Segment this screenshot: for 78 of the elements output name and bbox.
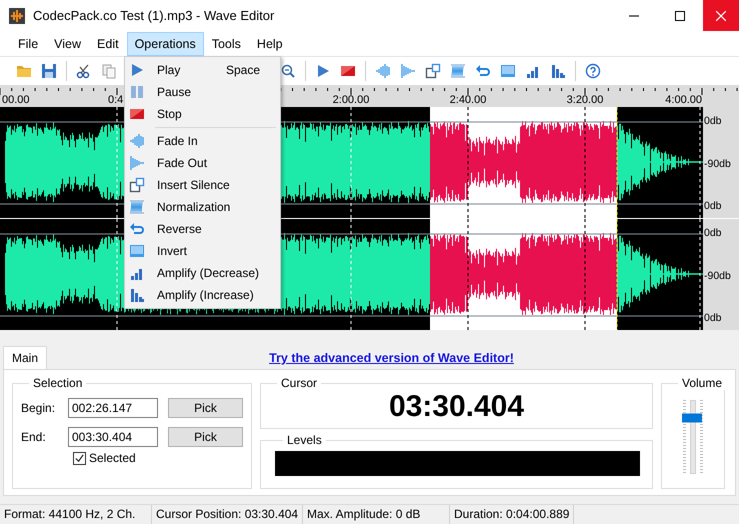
menu-entry[interactable]: Stop xyxy=(125,103,280,125)
promo-link[interactable]: Try the advanced version of Wave Editor! xyxy=(269,351,514,365)
menu-entry[interactable]: Reverse xyxy=(125,218,280,240)
play-icon xyxy=(129,62,145,78)
status-text: Max. Amplitude: 0 dB xyxy=(303,505,450,524)
field-label: End: xyxy=(21,430,47,444)
menu-item[interactable]: View xyxy=(46,32,90,56)
ruler-label: 2:40.00 xyxy=(450,94,486,106)
menu-item[interactable]: Edit xyxy=(89,32,127,56)
falling-bars-icon[interactable] xyxy=(550,63,566,79)
insert-silence-icon xyxy=(129,177,145,193)
group-title: Selection xyxy=(32,376,84,390)
volume-thumb[interactable] xyxy=(682,414,702,423)
invert-icon xyxy=(129,243,145,259)
db-label: 0db xyxy=(704,227,723,239)
pick-button[interactable]: Pick xyxy=(168,398,243,418)
status-text: Cursor Position: 03:30.404 xyxy=(152,505,303,524)
menu-entry[interactable]: Amplify (Increase) xyxy=(125,284,280,306)
menu-item[interactable]: Help xyxy=(248,32,291,56)
db-label: 0db xyxy=(704,200,723,212)
ruler-label: 3:20.00 xyxy=(566,94,604,106)
menu-entry[interactable]: Fade Out xyxy=(125,152,280,174)
insert-silence-icon[interactable] xyxy=(425,63,441,79)
close-button[interactable] xyxy=(703,0,739,31)
maximize-icon xyxy=(675,10,685,20)
ruler-label: 0:4 xyxy=(108,94,124,106)
undo-arrow-icon xyxy=(129,221,145,237)
zoom-out-icon[interactable] xyxy=(280,63,296,79)
undo-arrow-icon[interactable] xyxy=(475,63,491,79)
db-label: 0db xyxy=(704,312,723,324)
db-label: 0db xyxy=(704,115,723,127)
menu-entry[interactable]: Insert Silence xyxy=(125,174,280,196)
db-label: -90db xyxy=(704,158,732,170)
app-logo-icon xyxy=(9,8,25,24)
status-text: Duration: 0:04:00.889 xyxy=(450,505,574,524)
selected-checkbox[interactable] xyxy=(73,452,86,464)
menu-entry[interactable]: Pause xyxy=(125,81,280,103)
ruler-label: 2:00.00 xyxy=(332,94,370,106)
play-icon[interactable] xyxy=(315,63,331,79)
menu-entry[interactable]: Fade In xyxy=(125,130,280,152)
pause-icon xyxy=(129,84,145,100)
end-time-field[interactable]: 003:30.404 xyxy=(68,427,158,447)
tab[interactable]: Main xyxy=(3,346,48,369)
menu-entry[interactable]: Amplify (Decrease) xyxy=(125,262,280,284)
menu-entry[interactable]: Invert xyxy=(125,240,280,262)
invert-icon[interactable] xyxy=(500,63,516,79)
checkbox-label: Selected xyxy=(89,451,136,465)
begin-time-field[interactable]: 002:26.147 xyxy=(68,398,158,418)
ruler-label: 00.00 xyxy=(2,94,30,106)
scissors-icon[interactable] xyxy=(76,63,92,79)
menu-item[interactable]: Tools xyxy=(204,32,249,56)
db-label: -90db xyxy=(704,270,732,282)
pick-button[interactable]: Pick xyxy=(168,427,243,447)
normalize-icon xyxy=(129,199,145,215)
help-icon[interactable] xyxy=(585,63,601,79)
close-icon xyxy=(716,10,726,20)
menu-item[interactable]: File xyxy=(10,32,46,56)
stop-icon[interactable] xyxy=(340,63,356,79)
group-title: Levels xyxy=(286,433,323,447)
ruler-label: 4:00.00 xyxy=(665,94,702,106)
group-title: Volume xyxy=(681,376,724,390)
menu-entry[interactable]: Normalization xyxy=(125,196,280,218)
window-title: CodecPack.co Test (1).mp3 - Wave Editor xyxy=(33,8,276,23)
menu-item[interactable]: Operations xyxy=(126,32,204,56)
normalize-icon[interactable] xyxy=(450,63,466,79)
menu-entry[interactable]: Play Space xyxy=(125,59,280,81)
group-title: Cursor xyxy=(280,376,318,390)
status-text: Format: 44100 Hz, 2 Ch. xyxy=(0,505,152,524)
fade-in-icon[interactable] xyxy=(375,63,391,79)
save-icon[interactable] xyxy=(41,63,57,79)
fade-out-icon[interactable] xyxy=(400,63,416,79)
stop-icon xyxy=(129,106,145,122)
falling-bars-icon xyxy=(129,287,145,303)
copy-icon[interactable] xyxy=(101,63,117,79)
fade-in-icon xyxy=(129,133,145,149)
fade-out-icon xyxy=(129,155,145,171)
cursor-time: 03:30.404 xyxy=(388,390,524,424)
field-label: Begin: xyxy=(21,401,56,415)
